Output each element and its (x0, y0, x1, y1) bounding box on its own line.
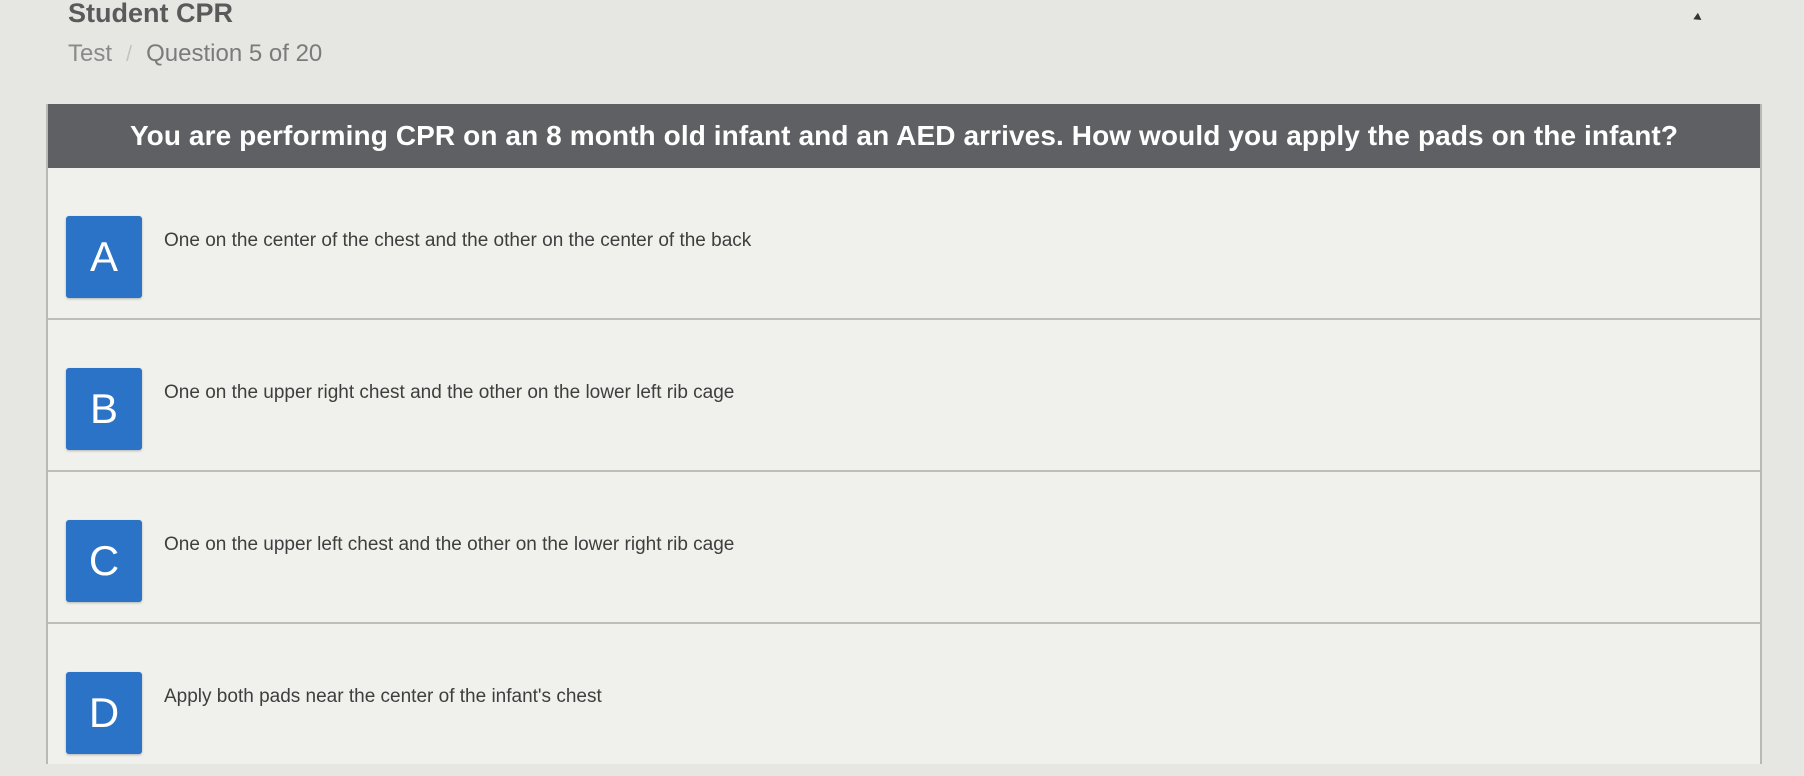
app-title: Student CPR (68, 0, 233, 28)
option-b-text[interactable]: One on the upper right chest and the oth… (164, 382, 734, 404)
question-text: You are performing CPR on an 8 month old… (48, 104, 1760, 168)
question-progress: Question 5 of 20 (146, 40, 323, 67)
option-d-badge[interactable]: D (66, 672, 142, 754)
answer-option-d[interactable]: D Apply both pads near the center of the… (48, 624, 1760, 776)
answer-option-a[interactable]: A One on the center of the chest and the… (48, 168, 1760, 320)
answer-option-c[interactable]: C One on the upper left chest and the ot… (48, 472, 1760, 624)
option-b-badge[interactable]: B (66, 368, 142, 450)
breadcrumb: Test / Question 5 of 20 (68, 40, 322, 68)
question-card: You are performing CPR on an 8 month old… (46, 104, 1762, 764)
breadcrumb-separator: / (126, 41, 133, 66)
mouse-pointer-icon (1693, 12, 1704, 24)
option-a-text[interactable]: One on the center of the chest and the o… (164, 230, 751, 252)
page-header: Student CPR (68, 0, 233, 28)
option-c-badge[interactable]: C (66, 520, 142, 602)
answer-option-b[interactable]: B One on the upper right chest and the o… (48, 320, 1760, 472)
option-a-badge[interactable]: A (66, 216, 142, 298)
option-d-text[interactable]: Apply both pads near the center of the i… (164, 686, 602, 708)
option-c-text[interactable]: One on the upper left chest and the othe… (164, 534, 734, 556)
breadcrumb-test-link[interactable]: Test (68, 40, 112, 68)
